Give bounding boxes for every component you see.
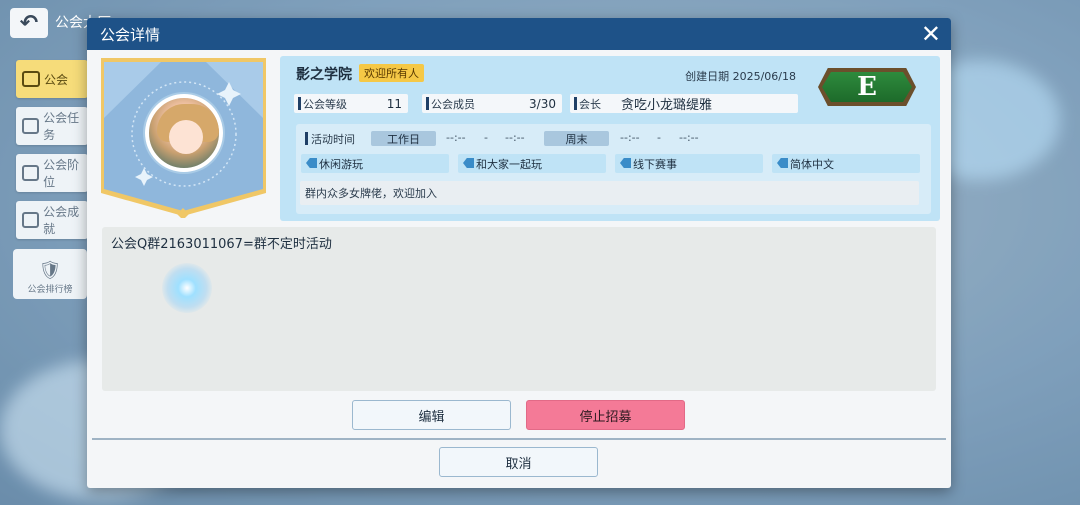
weekend-start-time: --:-- [620,131,640,144]
stat-value: 11 [386,96,402,111]
tag-label: 简体中文 [790,157,834,171]
guild-leader-stat: 会长 贪吃小龙璐缇雅 [570,94,798,113]
side-menu-guild-rank-tier[interactable]: 公会阶位 [16,154,88,192]
guild-info-card: 影之学院 欢迎所有人 创建日期 2025/06/18 公会等级 11 公会成员 … [280,56,940,221]
flag-icon [22,212,40,228]
divider [92,438,946,440]
weekend-end-time: --:-- [679,131,699,144]
laurel-shield-icon: 🛡 [38,260,62,281]
side-menu-guild-ranking[interactable]: 🛡 公会排行榜 [13,249,87,299]
dialog-header: 公会详情 ✕ [87,18,951,50]
side-menu-label: 公会排行榜 [27,285,73,295]
tag-label: 休闲游玩 [319,157,363,171]
grade-letter: E [822,72,912,102]
stat-label: 会长 [579,97,601,111]
welcome-badge: 欢迎所有人 [359,64,424,82]
tag-icon [620,158,631,168]
created-label: 创建日期 [685,70,730,83]
weekend-separator: - [657,131,661,144]
guild-tag: 和大家一起玩 [458,154,606,173]
notice-text: 公会Q群2163011067=群不定时活动 [111,237,332,252]
weekday-separator: - [484,131,488,144]
stat-label: 公会等级 [303,97,347,111]
stat-value: 3/30 [529,96,556,111]
activity-time-label: 活动时间 [305,131,355,147]
edit-button[interactable]: 编辑 [352,400,511,430]
side-menu-label: 公会任务 [43,111,80,142]
sparkle-effect [162,263,212,313]
side-menu-guild-achievements[interactable]: 公会成就 [16,201,88,239]
guild-tag: 线下赛事 [615,154,763,173]
guild-banner [101,58,266,218]
guild-tag: 简体中文 [772,154,920,173]
tag-label: 线下赛事 [633,157,677,171]
side-menu-label: 公会阶位 [43,158,80,189]
guild-tag: 休闲游玩 [301,154,449,173]
guild-notice-box: 公会Q群2163011067=群不定时活动 [102,227,936,391]
guild-members-stat: 公会成员 3/30 [422,94,562,113]
shield-icon [22,71,40,87]
weekday-end-time: --:-- [505,131,525,144]
guild-description: 群内众多女牌佬，欢迎加入 [300,181,919,205]
stat-label: 公会成员 [431,97,475,111]
stop-recruit-button[interactable]: 停止招募 [526,400,685,430]
guild-avatar [145,94,223,172]
scroll-icon [22,118,40,134]
created-value: 2025/06/18 [732,70,796,83]
guild-grade-badge: E [818,68,916,106]
weekday-chip: 工作日 [371,131,436,146]
tag-icon [306,158,317,168]
close-icon[interactable]: ✕ [921,21,941,47]
created-date: 创建日期 2025/06/18 [685,68,796,84]
side-menu-guild-tasks[interactable]: 公会任务 [16,107,88,145]
tag-icon [463,158,474,168]
back-button[interactable]: ↶ [10,8,48,38]
stat-value: 贪吃小龙璐缇雅 [621,98,713,113]
stars-icon [22,165,40,181]
cancel-button[interactable]: 取消 [439,447,598,477]
guild-details-dialog: 公会详情 ✕ 影之学院 欢迎所有人 创建日期 2025/06/18 公会等级 1… [87,18,951,488]
activity-panel: 活动时间 工作日 --:-- - --:-- 周末 --:-- - --:-- … [296,124,931,214]
side-menu-guild[interactable]: 公会 [16,60,88,98]
weekday-start-time: --:-- [446,131,466,144]
back-arrow-icon: ↶ [19,10,39,36]
side-menu-label: 公会成就 [43,205,80,236]
guild-level-stat: 公会等级 11 [294,94,408,113]
dialog-title: 公会详情 [100,25,161,44]
tag-label: 和大家一起玩 [476,157,542,171]
guild-name: 影之学院 [296,67,352,83]
side-menu-label: 公会 [44,72,69,87]
tag-icon [777,158,788,168]
weekend-chip: 周末 [544,131,609,146]
